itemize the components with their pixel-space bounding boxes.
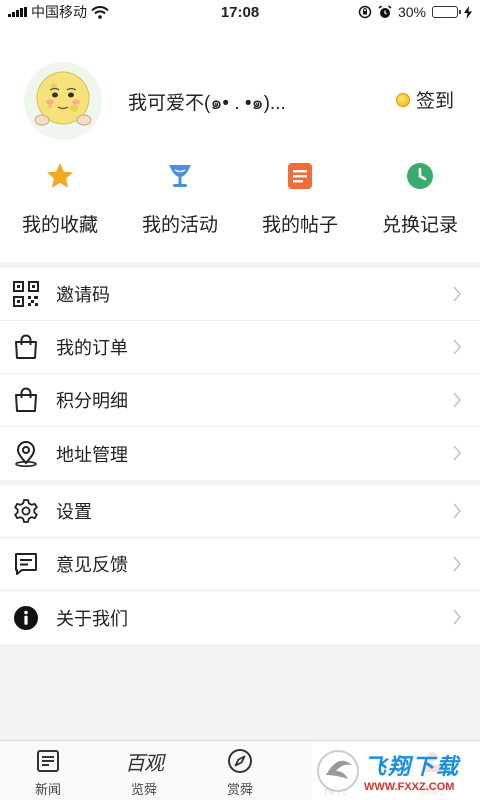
menu-label: 意见反馈: [56, 555, 128, 575]
bag-icon: [12, 333, 40, 361]
clock-icon: [404, 160, 436, 192]
battery-percent: 30%: [397, 4, 426, 20]
shortcut-label: 兑换记录: [381, 215, 458, 236]
shortcut-label: 我的帖子: [261, 215, 338, 236]
status-left: 中国移动: [8, 2, 109, 22]
star-icon: [44, 160, 76, 192]
tab-news[interactable]: 新闻: [0, 741, 96, 800]
rotation-lock-icon: [358, 5, 372, 19]
shortcut-posts[interactable]: 我的帖子: [240, 160, 360, 237]
status-right: 30%: [358, 4, 472, 20]
carrier-label: 中国移动: [31, 4, 87, 20]
shortcut-label: 我的收藏: [21, 215, 98, 236]
news-icon: [35, 747, 61, 775]
chevron-right-icon: [453, 556, 462, 572]
document-icon: [284, 160, 316, 192]
gear-icon: [12, 497, 40, 525]
signal-icon: [8, 7, 27, 17]
feedback-icon: [12, 550, 40, 578]
shortcut-favorites[interactable]: 我的收藏: [0, 160, 120, 237]
menu-address-management[interactable]: 地址管理: [0, 427, 480, 480]
chevron-right-icon: [453, 503, 462, 519]
tab-label: 新闻: [34, 782, 61, 797]
tab-browse[interactable]: 百观 览舜: [96, 741, 192, 800]
menu-label: 我的订单: [56, 338, 128, 358]
moon-face-icon: [34, 71, 92, 126]
profile-header: 我可爱不(๑• . •๑)... 签到 我的收藏 我的活动 我的帖子 兑换记录: [0, 24, 480, 262]
menu-feedback[interactable]: 意见反馈: [0, 538, 480, 591]
cup-icon: [164, 160, 196, 192]
status-bar: 中国移动 17:08 30%: [0, 0, 480, 24]
menu-group-account: 邀请码 我的订单 积分明细 地址管理: [0, 268, 480, 480]
watermark-url: WWW.FXXZ.COM: [364, 781, 455, 793]
tab-label: 赏舜: [226, 782, 253, 797]
watermark-logo-icon: [317, 750, 359, 792]
location-icon: [12, 440, 40, 468]
alarm-icon: [378, 5, 392, 18]
menu-points-detail[interactable]: 积分明细: [0, 374, 480, 427]
chevron-right-icon: [453, 445, 462, 461]
bag-icon: [12, 386, 40, 414]
chevron-right-icon: [453, 286, 462, 302]
charging-icon: [464, 5, 472, 19]
menu-settings[interactable]: 设置: [0, 485, 480, 538]
checkin-button[interactable]: 签到: [395, 86, 454, 113]
chevron-right-icon: [453, 392, 462, 408]
watermark: 飞翔下载 WWW.FXXZ.COM: [312, 742, 480, 800]
battery-icon: [432, 6, 461, 18]
shortcut-label: 我的活动: [141, 215, 218, 236]
shortcut-redemption-history[interactable]: 兑换记录: [360, 160, 480, 237]
compass-icon: [227, 747, 253, 775]
watermark-title: 飞翔下载: [364, 754, 461, 779]
avatar[interactable]: [24, 62, 102, 140]
baiguan-logo-icon: 百观: [125, 750, 164, 775]
username[interactable]: 我可爱不(๑• . •๑)...: [128, 88, 286, 118]
menu-label: 关于我们: [56, 608, 128, 629]
watermark-text: 飞翔下载 WWW.FXXZ.COM: [364, 749, 460, 793]
shortcut-bar: 我的收藏 我的活动 我的帖子 兑换记录: [0, 160, 480, 237]
chevron-right-icon: [453, 339, 462, 355]
coin-icon: [395, 92, 410, 107]
menu-label: 设置: [56, 502, 92, 522]
info-icon: [12, 604, 40, 632]
chevron-right-icon: [453, 609, 462, 625]
qrcode-icon: [12, 280, 40, 308]
menu-my-orders[interactable]: 我的订单: [0, 321, 480, 374]
menu-label: 积分明细: [56, 391, 128, 411]
menu-label: 邀请码: [56, 285, 110, 305]
menu-about-us[interactable]: 关于我们: [0, 591, 480, 644]
tab-label: 览舜: [130, 782, 157, 797]
menu-label: 地址管理: [56, 444, 128, 465]
menu-group-app: 设置 意见反馈 关于我们: [0, 485, 480, 644]
checkin-label: 签到: [415, 91, 454, 112]
shortcut-activities[interactable]: 我的活动: [120, 160, 240, 237]
wifi-icon: [91, 5, 109, 19]
menu-invite-code[interactable]: 邀请码: [0, 268, 480, 321]
tab-appreciate[interactable]: 赏舜: [192, 741, 288, 800]
